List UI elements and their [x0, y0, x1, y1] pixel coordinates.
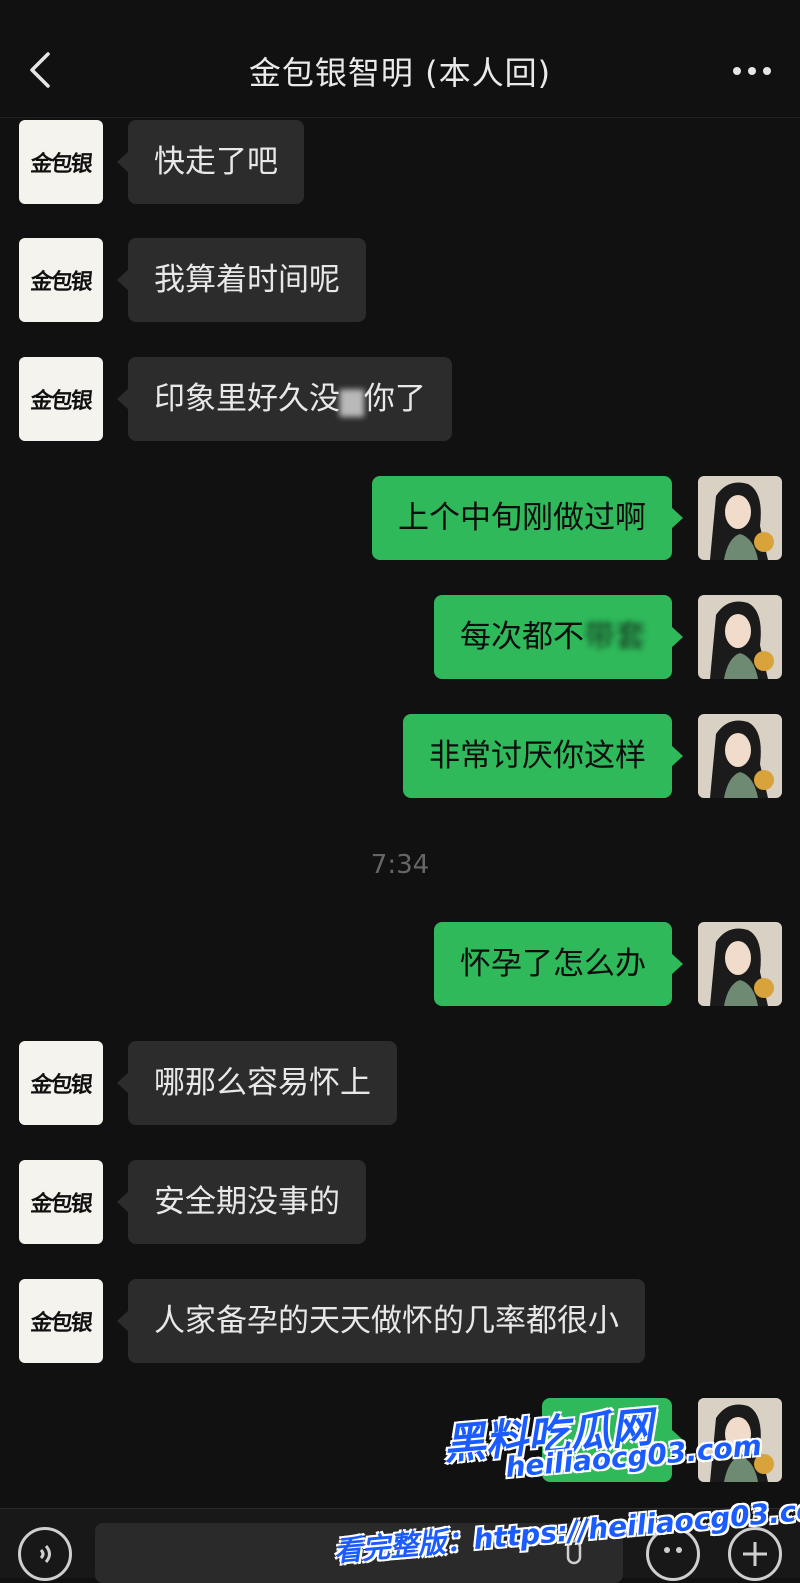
- incoming-message-bubble[interactable]: 安全期没事的: [117, 1160, 366, 1244]
- incoming-message-bubble[interactable]: 快走了吧: [117, 120, 304, 204]
- contact-avatar[interactable]: 金包银: [19, 120, 103, 204]
- contact-avatar[interactable]: 金包银: [19, 1041, 103, 1125]
- message-row: 金包银 哪那么容易怀上: [0, 1041, 800, 1125]
- avatar-logo-text: 金包银: [29, 1310, 93, 1336]
- header-divider: [0, 117, 800, 118]
- user-avatar[interactable]: [698, 595, 782, 679]
- message-text: 印象里好久没: [154, 381, 340, 417]
- contact-avatar[interactable]: 金包银: [19, 238, 103, 322]
- message-row: 上个中旬刚做过啊: [0, 476, 800, 560]
- avatar-logo-text: 金包银: [29, 1072, 93, 1098]
- message-text: 快走了吧: [154, 144, 278, 180]
- incoming-message-bubble[interactable]: 印象里好久没▆你了: [117, 357, 452, 441]
- outgoing-message-bubble[interactable]: 上个中旬刚做过啊: [372, 476, 683, 560]
- message-text: 非常讨厌你这样: [429, 738, 646, 774]
- avatar-logo-text: 金包银: [29, 269, 93, 295]
- outgoing-message-bubble[interactable]: 怀孕了怎么办: [434, 922, 683, 1006]
- voice-icon[interactable]: [18, 1527, 72, 1581]
- message-text: 每次都不: [460, 619, 584, 655]
- message-row: 金包银 印象里好久没▆你了: [0, 357, 800, 441]
- message-text: 人家备孕的天天做怀的几率都很小: [154, 1303, 619, 1339]
- user-avatar[interactable]: [698, 476, 782, 560]
- avatar-logo-text: 金包银: [29, 1191, 93, 1217]
- contact-avatar[interactable]: 金包银: [19, 357, 103, 441]
- message-row: 非常讨厌你这样: [0, 714, 800, 798]
- user-avatar[interactable]: [698, 714, 782, 798]
- outgoing-message-bubble[interactable]: 非常讨厌你这样: [403, 714, 683, 798]
- message-row: 金包银 快走了吧: [0, 120, 800, 204]
- incoming-message-bubble[interactable]: 人家备孕的天天做怀的几率都很小: [117, 1279, 645, 1363]
- message-text: 怀孕了怎么办: [460, 946, 646, 982]
- message-text: 哪那么容易怀上: [154, 1065, 371, 1101]
- message-text: 我算着时间呢: [154, 262, 340, 298]
- avatar-logo-text: 金包银: [29, 388, 93, 414]
- message-text: 安全期没事的: [154, 1184, 340, 1220]
- portrait-illustration: [698, 922, 782, 1006]
- chat-header: 金包银智明 (本人回): [0, 0, 800, 118]
- outgoing-message-bubble[interactable]: 每次都不带套: [434, 595, 683, 679]
- message-row: 每次都不带套: [0, 595, 800, 679]
- portrait-illustration: [698, 714, 782, 798]
- message-timestamp: 7:34: [370, 850, 430, 880]
- message-row: 金包银 我算着时间呢: [0, 238, 800, 322]
- censored-text: ▆: [340, 381, 364, 417]
- user-avatar[interactable]: [698, 922, 782, 1006]
- censored-text: 带套: [584, 619, 646, 655]
- message-row: 金包银 安全期没事的: [0, 1160, 800, 1244]
- contact-avatar[interactable]: 金包银: [19, 1279, 103, 1363]
- chat-title: 金包银智明 (本人回): [248, 54, 552, 92]
- avatar-logo-text: 金包银: [29, 151, 93, 177]
- portrait-illustration: [698, 595, 782, 679]
- contact-avatar[interactable]: 金包银: [19, 1160, 103, 1244]
- message-text: 你了: [363, 381, 426, 417]
- incoming-message-bubble[interactable]: 哪那么容易怀上: [117, 1041, 397, 1125]
- message-row: 金包银 人家备孕的天天做怀的几率都很小: [0, 1279, 800, 1363]
- message-row: 怀孕了怎么办: [0, 922, 800, 1006]
- message-text: 上个中旬刚做过啊: [398, 500, 646, 536]
- more-dots-icon[interactable]: [730, 56, 774, 86]
- portrait-illustration: [698, 476, 782, 560]
- incoming-message-bubble[interactable]: 我算着时间呢: [117, 238, 366, 322]
